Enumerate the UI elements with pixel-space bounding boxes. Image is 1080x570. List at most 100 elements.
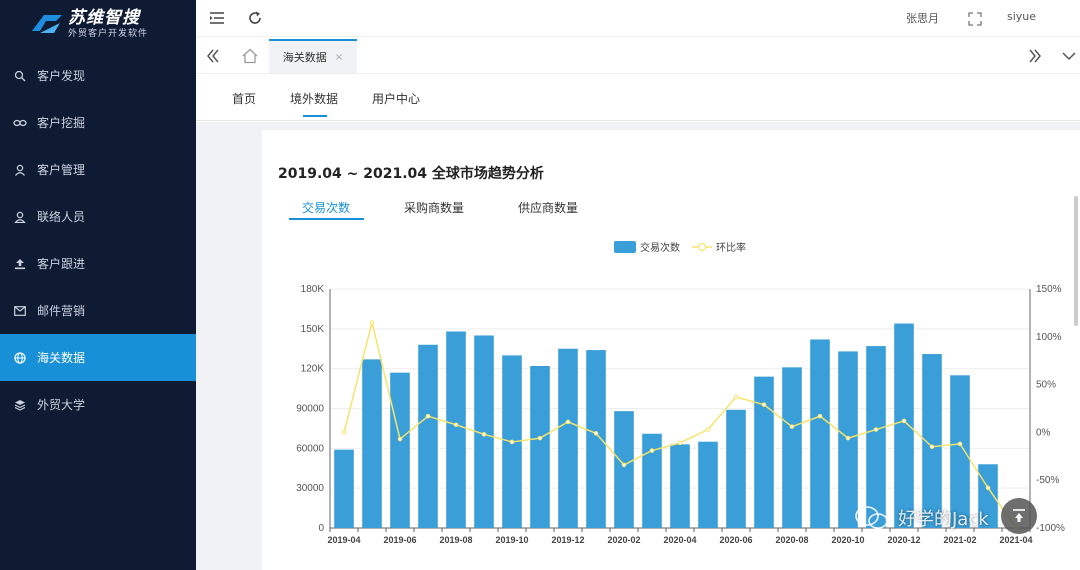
sidebar-item-follow-up[interactable]: 客户跟进 bbox=[0, 240, 196, 287]
back-to-top-button[interactable] bbox=[1001, 498, 1037, 534]
sidebar-item-label: 外贸大学 bbox=[37, 398, 86, 412]
metric-tab-transactions[interactable]: 交易次数 bbox=[302, 199, 350, 216]
bar bbox=[362, 359, 382, 528]
bar bbox=[614, 411, 634, 528]
upload-icon bbox=[13, 257, 27, 271]
chevron-down-icon[interactable] bbox=[1060, 47, 1078, 65]
x-tick-label: 2020-12 bbox=[887, 535, 920, 545]
x-tick-label: 2020-02 bbox=[607, 535, 640, 545]
home-icon[interactable] bbox=[241, 47, 259, 65]
line-point bbox=[901, 418, 907, 424]
line-point bbox=[733, 394, 739, 400]
scrollbar[interactable] bbox=[1074, 196, 1078, 326]
metric-tab-suppliers[interactable]: 供应商数量 bbox=[518, 199, 578, 216]
wechat-icon bbox=[855, 506, 888, 529]
line-point bbox=[761, 402, 767, 407]
line-point bbox=[677, 440, 683, 446]
line-point bbox=[817, 413, 823, 419]
logo-subtitle: 外贸客户开发软件 bbox=[68, 29, 149, 39]
sidebar-item-customer-management[interactable]: 客户管理 bbox=[0, 146, 196, 193]
logo[interactable]: 苏维智搜 外贸客户开发软件 bbox=[0, 0, 196, 48]
bar bbox=[558, 348, 578, 528]
close-icon[interactable]: × bbox=[335, 52, 343, 63]
subnav-home[interactable]: 首页 bbox=[232, 90, 256, 107]
sidebar-item-trade-university[interactable]: 外贸大学 bbox=[0, 381, 196, 428]
scroll-left-icon[interactable] bbox=[204, 47, 222, 65]
sidebar-item-customer-mining[interactable]: 客户挖掘 bbox=[0, 99, 196, 146]
sidebar-item-label: 联络人员 bbox=[37, 210, 86, 224]
logo-title: 苏维智搜 bbox=[68, 8, 140, 28]
sub-nav: 首页 境外数据 用户中心 bbox=[196, 75, 1080, 121]
line-point bbox=[957, 441, 963, 447]
sidebar-item-label: 客户管理 bbox=[37, 163, 86, 177]
sidebar-item-label: 客户跟进 bbox=[37, 257, 86, 271]
sidebar-item-label: 客户发现 bbox=[37, 69, 86, 83]
bar bbox=[810, 339, 830, 528]
scroll-right-icon[interactable] bbox=[1026, 47, 1044, 65]
y-right-tick-label: 50% bbox=[1036, 380, 1056, 391]
globe-icon bbox=[13, 351, 27, 365]
x-tick-label: 2020-10 bbox=[831, 535, 864, 545]
legend-label: 交易次数 bbox=[640, 241, 680, 254]
subnav-user-center[interactable]: 用户中心 bbox=[372, 90, 420, 107]
username-label[interactable]: siyue bbox=[1007, 10, 1036, 23]
y-left-tick-label: 90000 bbox=[296, 404, 324, 415]
app-root: 苏维智搜 外贸客户开发软件 客户发现 客户挖掘 客户管理 联络人员 客户跟进 邮… bbox=[0, 0, 1080, 570]
user-icon bbox=[13, 163, 27, 177]
x-tick-label: 2019-08 bbox=[439, 535, 472, 545]
line-point bbox=[593, 431, 599, 436]
bar bbox=[754, 376, 774, 528]
user-group-label[interactable]: 张思月 bbox=[906, 10, 939, 26]
sidebar-item-contacts[interactable]: 联络人员 bbox=[0, 193, 196, 240]
y-right-tick-label: 100% bbox=[1036, 332, 1062, 343]
bar bbox=[670, 444, 690, 528]
y-right-tick-label: -100% bbox=[1036, 523, 1065, 534]
subnav-active-indicator bbox=[303, 115, 327, 117]
line-point bbox=[397, 436, 403, 442]
bar bbox=[698, 441, 718, 528]
mail-icon bbox=[13, 304, 27, 318]
legend-bar-swatch bbox=[614, 241, 636, 253]
metric-tab-buyers[interactable]: 采购商数量 bbox=[404, 199, 464, 216]
sidebar-item-email-marketing[interactable]: 邮件营销 bbox=[0, 287, 196, 334]
y-left-tick-label: 120K bbox=[301, 364, 325, 375]
x-tick-label: 2020-04 bbox=[663, 535, 696, 545]
search-icon bbox=[13, 69, 27, 83]
line-point bbox=[985, 485, 991, 491]
menu-collapse-icon[interactable] bbox=[208, 9, 226, 27]
sidebar-item-customs-data[interactable]: 海关数据 bbox=[0, 334, 196, 381]
subnav-overseas-data[interactable]: 境外数据 bbox=[290, 90, 338, 107]
y-left-tick-label: 60000 bbox=[296, 443, 324, 454]
line-point bbox=[425, 413, 431, 419]
watermark-text: 好学的Jack bbox=[898, 509, 989, 530]
sidebar-item-customer-discovery[interactable]: 客户发现 bbox=[0, 52, 196, 99]
y-left-tick-label: 30000 bbox=[296, 483, 324, 494]
bar bbox=[390, 372, 410, 528]
y-right-tick-label: 0% bbox=[1036, 427, 1051, 438]
fullscreen-icon[interactable] bbox=[966, 10, 984, 28]
x-tick-label: 2019-04 bbox=[327, 535, 360, 545]
line-point bbox=[509, 439, 515, 445]
refresh-icon[interactable] bbox=[246, 9, 264, 27]
bar bbox=[726, 409, 746, 528]
layers-icon bbox=[13, 398, 27, 412]
bar bbox=[782, 367, 802, 528]
link-icon bbox=[13, 116, 27, 130]
legend-line-marker bbox=[697, 242, 707, 252]
card-title: 2019.04 ~ 2021.04 全球市场趋势分析 bbox=[278, 166, 544, 182]
bar bbox=[866, 346, 886, 528]
line-point bbox=[845, 435, 851, 441]
bar bbox=[894, 323, 914, 528]
bar bbox=[334, 449, 354, 528]
legend-label: 环比率 bbox=[716, 241, 746, 254]
logo-icon bbox=[32, 15, 62, 33]
sidebar-item-label: 客户挖掘 bbox=[37, 116, 86, 130]
line-point bbox=[929, 444, 935, 450]
line-point bbox=[341, 430, 347, 435]
x-tick-label: 2019-10 bbox=[495, 535, 528, 545]
sidebar-item-label: 邮件营销 bbox=[37, 304, 86, 318]
bar bbox=[586, 350, 606, 528]
tab-customs-data[interactable]: 海关数据 × bbox=[269, 39, 357, 73]
watermark: 好学的Jack bbox=[852, 505, 989, 531]
tabs-bar: 海关数据 × bbox=[196, 36, 1080, 74]
